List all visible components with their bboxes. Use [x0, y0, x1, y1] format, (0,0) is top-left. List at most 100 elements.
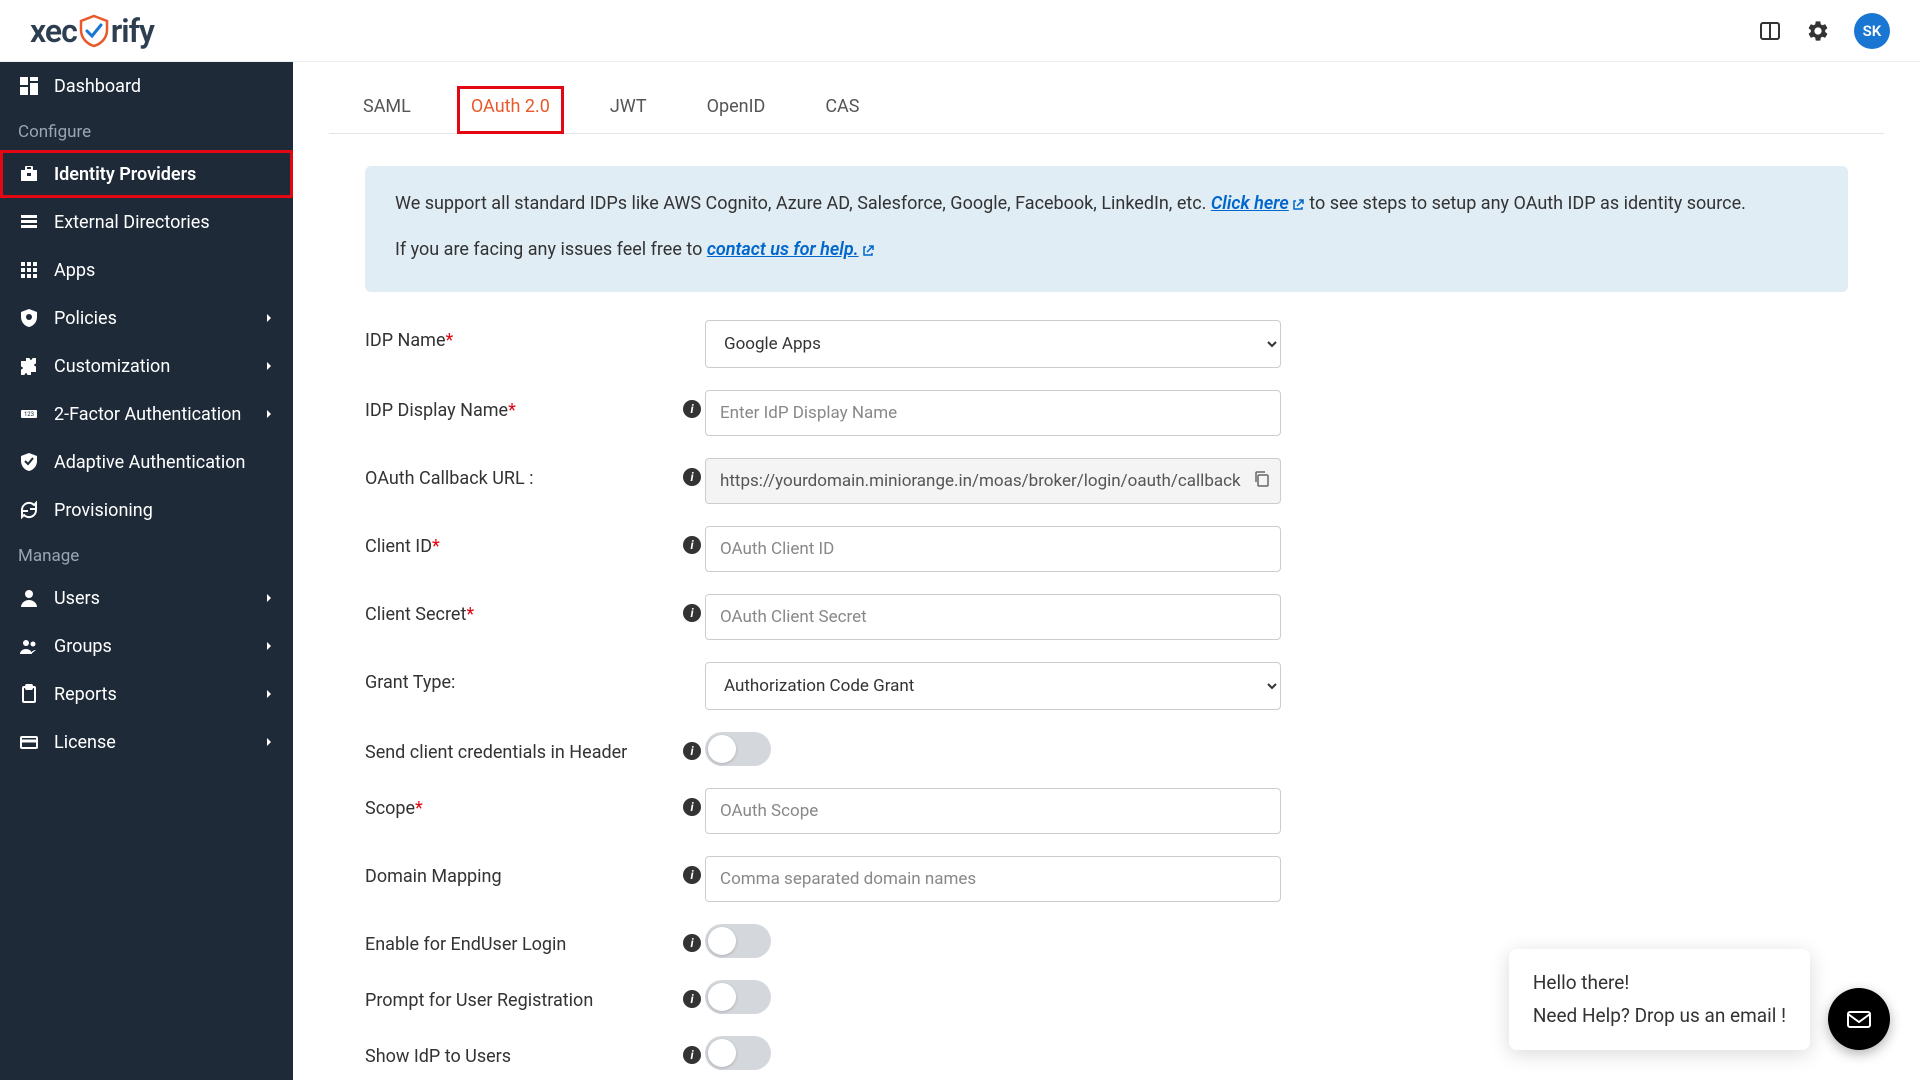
sidebar-item-apps[interactable]: Apps — [0, 246, 293, 294]
sidebar-label: Adaptive Authentication — [54, 452, 245, 473]
header-actions: SK — [1758, 13, 1890, 49]
info-icon[interactable]: i — [683, 742, 701, 760]
sidebar-item-external-directories[interactable]: External Directories — [0, 198, 293, 246]
click-here-link[interactable]: Click here — [1211, 193, 1305, 214]
gear-icon[interactable] — [1806, 19, 1830, 43]
docs-icon[interactable] — [1758, 19, 1782, 43]
chevron-right-icon — [263, 684, 275, 705]
puzzle-icon — [18, 355, 40, 377]
tab-saml[interactable]: SAML — [349, 86, 425, 133]
sidebar-item-customization[interactable]: Customization — [0, 342, 293, 390]
enable-enduser-toggle[interactable] — [705, 924, 771, 958]
info-icon[interactable]: i — [683, 468, 701, 486]
sidebar-item-groups[interactable]: Groups — [0, 622, 293, 670]
external-link-icon — [1291, 193, 1305, 222]
sidebar-section-manage: Manage — [0, 534, 293, 574]
user-icon — [18, 587, 40, 609]
sidebar-item-adaptive-auth[interactable]: Adaptive Authentication — [0, 438, 293, 486]
sync-icon — [18, 499, 40, 521]
tab-jwt[interactable]: JWT — [596, 86, 661, 133]
info-icon[interactable]: i — [683, 1046, 701, 1064]
mail-icon — [1844, 1004, 1874, 1034]
svg-text:123: 123 — [24, 411, 34, 418]
sidebar-label: Customization — [54, 356, 170, 377]
callback-label: OAuth Callback URL : — [365, 468, 683, 489]
groups-icon — [18, 635, 40, 657]
sidebar: Dashboard Configure Identity Providers E… — [0, 62, 293, 1080]
info-icon[interactable]: i — [683, 604, 701, 622]
idp-display-input[interactable] — [705, 390, 1281, 436]
user-avatar[interactable]: SK — [1854, 13, 1890, 49]
chat-button[interactable] — [1828, 988, 1890, 1050]
chat-tooltip: Hello there! Need Help? Drop us an email… — [1509, 949, 1810, 1050]
chevron-right-icon — [263, 588, 275, 609]
sidebar-item-users[interactable]: Users — [0, 574, 293, 622]
sidebar-label: Provisioning — [54, 500, 153, 521]
tab-oauth[interactable]: OAuth 2.0 — [457, 86, 564, 134]
client-id-label: Client ID — [365, 536, 432, 557]
shield-icon — [18, 307, 40, 329]
client-secret-input[interactable] — [705, 594, 1281, 640]
contact-help-link[interactable]: contact us for help. — [707, 239, 875, 260]
top-header: xec rify SK — [0, 0, 1920, 62]
prompt-reg-label: Prompt for User Registration — [365, 990, 683, 1011]
sidebar-label: 2-Factor Authentication — [54, 404, 241, 425]
info-icon[interactable]: i — [683, 536, 701, 554]
apps-icon — [18, 259, 40, 281]
logo-post: rify — [111, 12, 154, 50]
sidebar-label: Reports — [54, 684, 117, 705]
shield-check-icon — [18, 451, 40, 473]
show-idp-label: Show IdP to Users — [365, 1046, 683, 1067]
tab-cas[interactable]: CAS — [811, 86, 873, 133]
grant-type-label: Grant Type: — [365, 672, 705, 693]
info-icon[interactable]: i — [683, 934, 701, 952]
sidebar-item-policies[interactable]: Policies — [0, 294, 293, 342]
sidebar-item-identity-providers[interactable]: Identity Providers — [0, 150, 293, 198]
chat-line1: Hello there! — [1533, 967, 1786, 999]
otp-icon: 123 — [18, 403, 40, 425]
info-text: to see steps to setup any OAuth IDP as i… — [1305, 193, 1746, 214]
sidebar-item-dashboard[interactable]: Dashboard — [0, 62, 293, 110]
briefcase-icon — [18, 163, 40, 185]
send-creds-label: Send client credentials in Header — [365, 742, 683, 763]
grant-type-select[interactable]: Authorization Code Grant — [705, 662, 1281, 710]
info-icon[interactable]: i — [683, 866, 701, 884]
sidebar-label: Users — [54, 588, 100, 609]
sidebar-item-provisioning[interactable]: Provisioning — [0, 486, 293, 534]
clipboard-icon — [18, 683, 40, 705]
sidebar-item-license[interactable]: License — [0, 718, 293, 766]
chevron-right-icon — [263, 308, 275, 329]
sidebar-label: Identity Providers — [54, 164, 196, 185]
client-id-input[interactable] — [705, 526, 1281, 572]
chat-line2: Need Help? Drop us an email ! — [1533, 1000, 1786, 1032]
chevron-right-icon — [263, 356, 275, 377]
sidebar-item-2fa[interactable]: 123 2-Factor Authentication — [0, 390, 293, 438]
protocol-tabs: SAML OAuth 2.0 JWT OpenID CAS — [329, 68, 1884, 134]
info-icon[interactable]: i — [683, 990, 701, 1008]
scope-input[interactable] — [705, 788, 1281, 834]
tab-openid[interactable]: OpenID — [693, 86, 780, 133]
chevron-right-icon — [263, 636, 275, 657]
dashboard-icon — [18, 75, 40, 97]
info-text: If you are facing any issues feel free t… — [395, 239, 707, 260]
info-icon[interactable]: i — [683, 400, 701, 418]
sidebar-label: Dashboard — [54, 76, 141, 97]
external-link-icon — [861, 239, 875, 268]
client-secret-label: Client Secret — [365, 604, 466, 625]
info-banner: We support all standard IDPs like AWS Co… — [365, 166, 1848, 292]
sidebar-label: Apps — [54, 260, 95, 281]
domain-mapping-input[interactable] — [705, 856, 1281, 902]
copy-icon[interactable] — [1253, 470, 1271, 492]
logo-pre: xec — [30, 12, 77, 50]
sidebar-item-reports[interactable]: Reports — [0, 670, 293, 718]
idp-name-select[interactable]: Google Apps — [705, 320, 1281, 368]
prompt-reg-toggle[interactable] — [705, 980, 771, 1014]
info-icon[interactable]: i — [683, 798, 701, 816]
callback-url-input[interactable] — [705, 458, 1281, 504]
send-creds-toggle[interactable] — [705, 732, 771, 766]
chevron-right-icon — [263, 404, 275, 425]
enable-enduser-label: Enable for EndUser Login — [365, 934, 683, 955]
idp-display-label: IDP Display Name — [365, 400, 508, 421]
brand-logo: xec rify — [30, 12, 154, 50]
show-idp-toggle[interactable] — [705, 1036, 771, 1070]
